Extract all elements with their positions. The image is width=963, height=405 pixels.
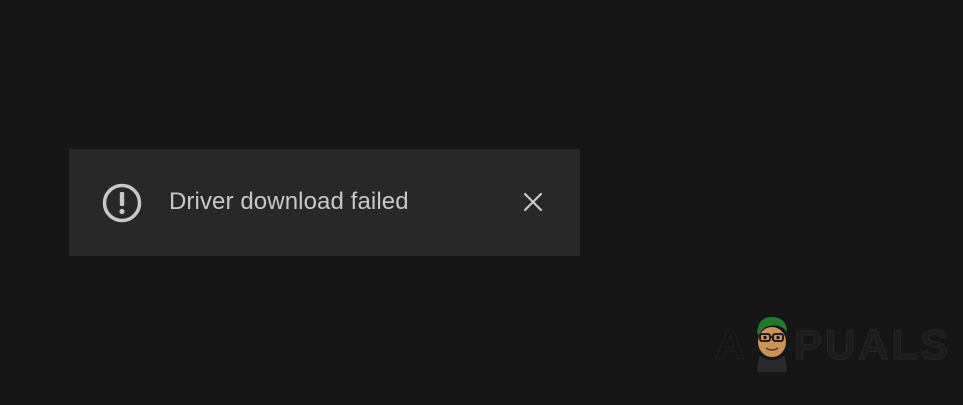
- watermark-text-puals: PUALS: [793, 321, 952, 368]
- close-icon[interactable]: [518, 187, 548, 217]
- app-background: { "toast": { "icon": "exclamation-circle…: [0, 0, 963, 405]
- toast-message: Driver download failed: [169, 188, 409, 215]
- appuals-watermark: A PUALS: [714, 312, 949, 372]
- watermark-text-a: A: [714, 321, 748, 368]
- appuals-mascot-logo: [757, 316, 787, 372]
- exclamation-circle-icon: [102, 183, 142, 223]
